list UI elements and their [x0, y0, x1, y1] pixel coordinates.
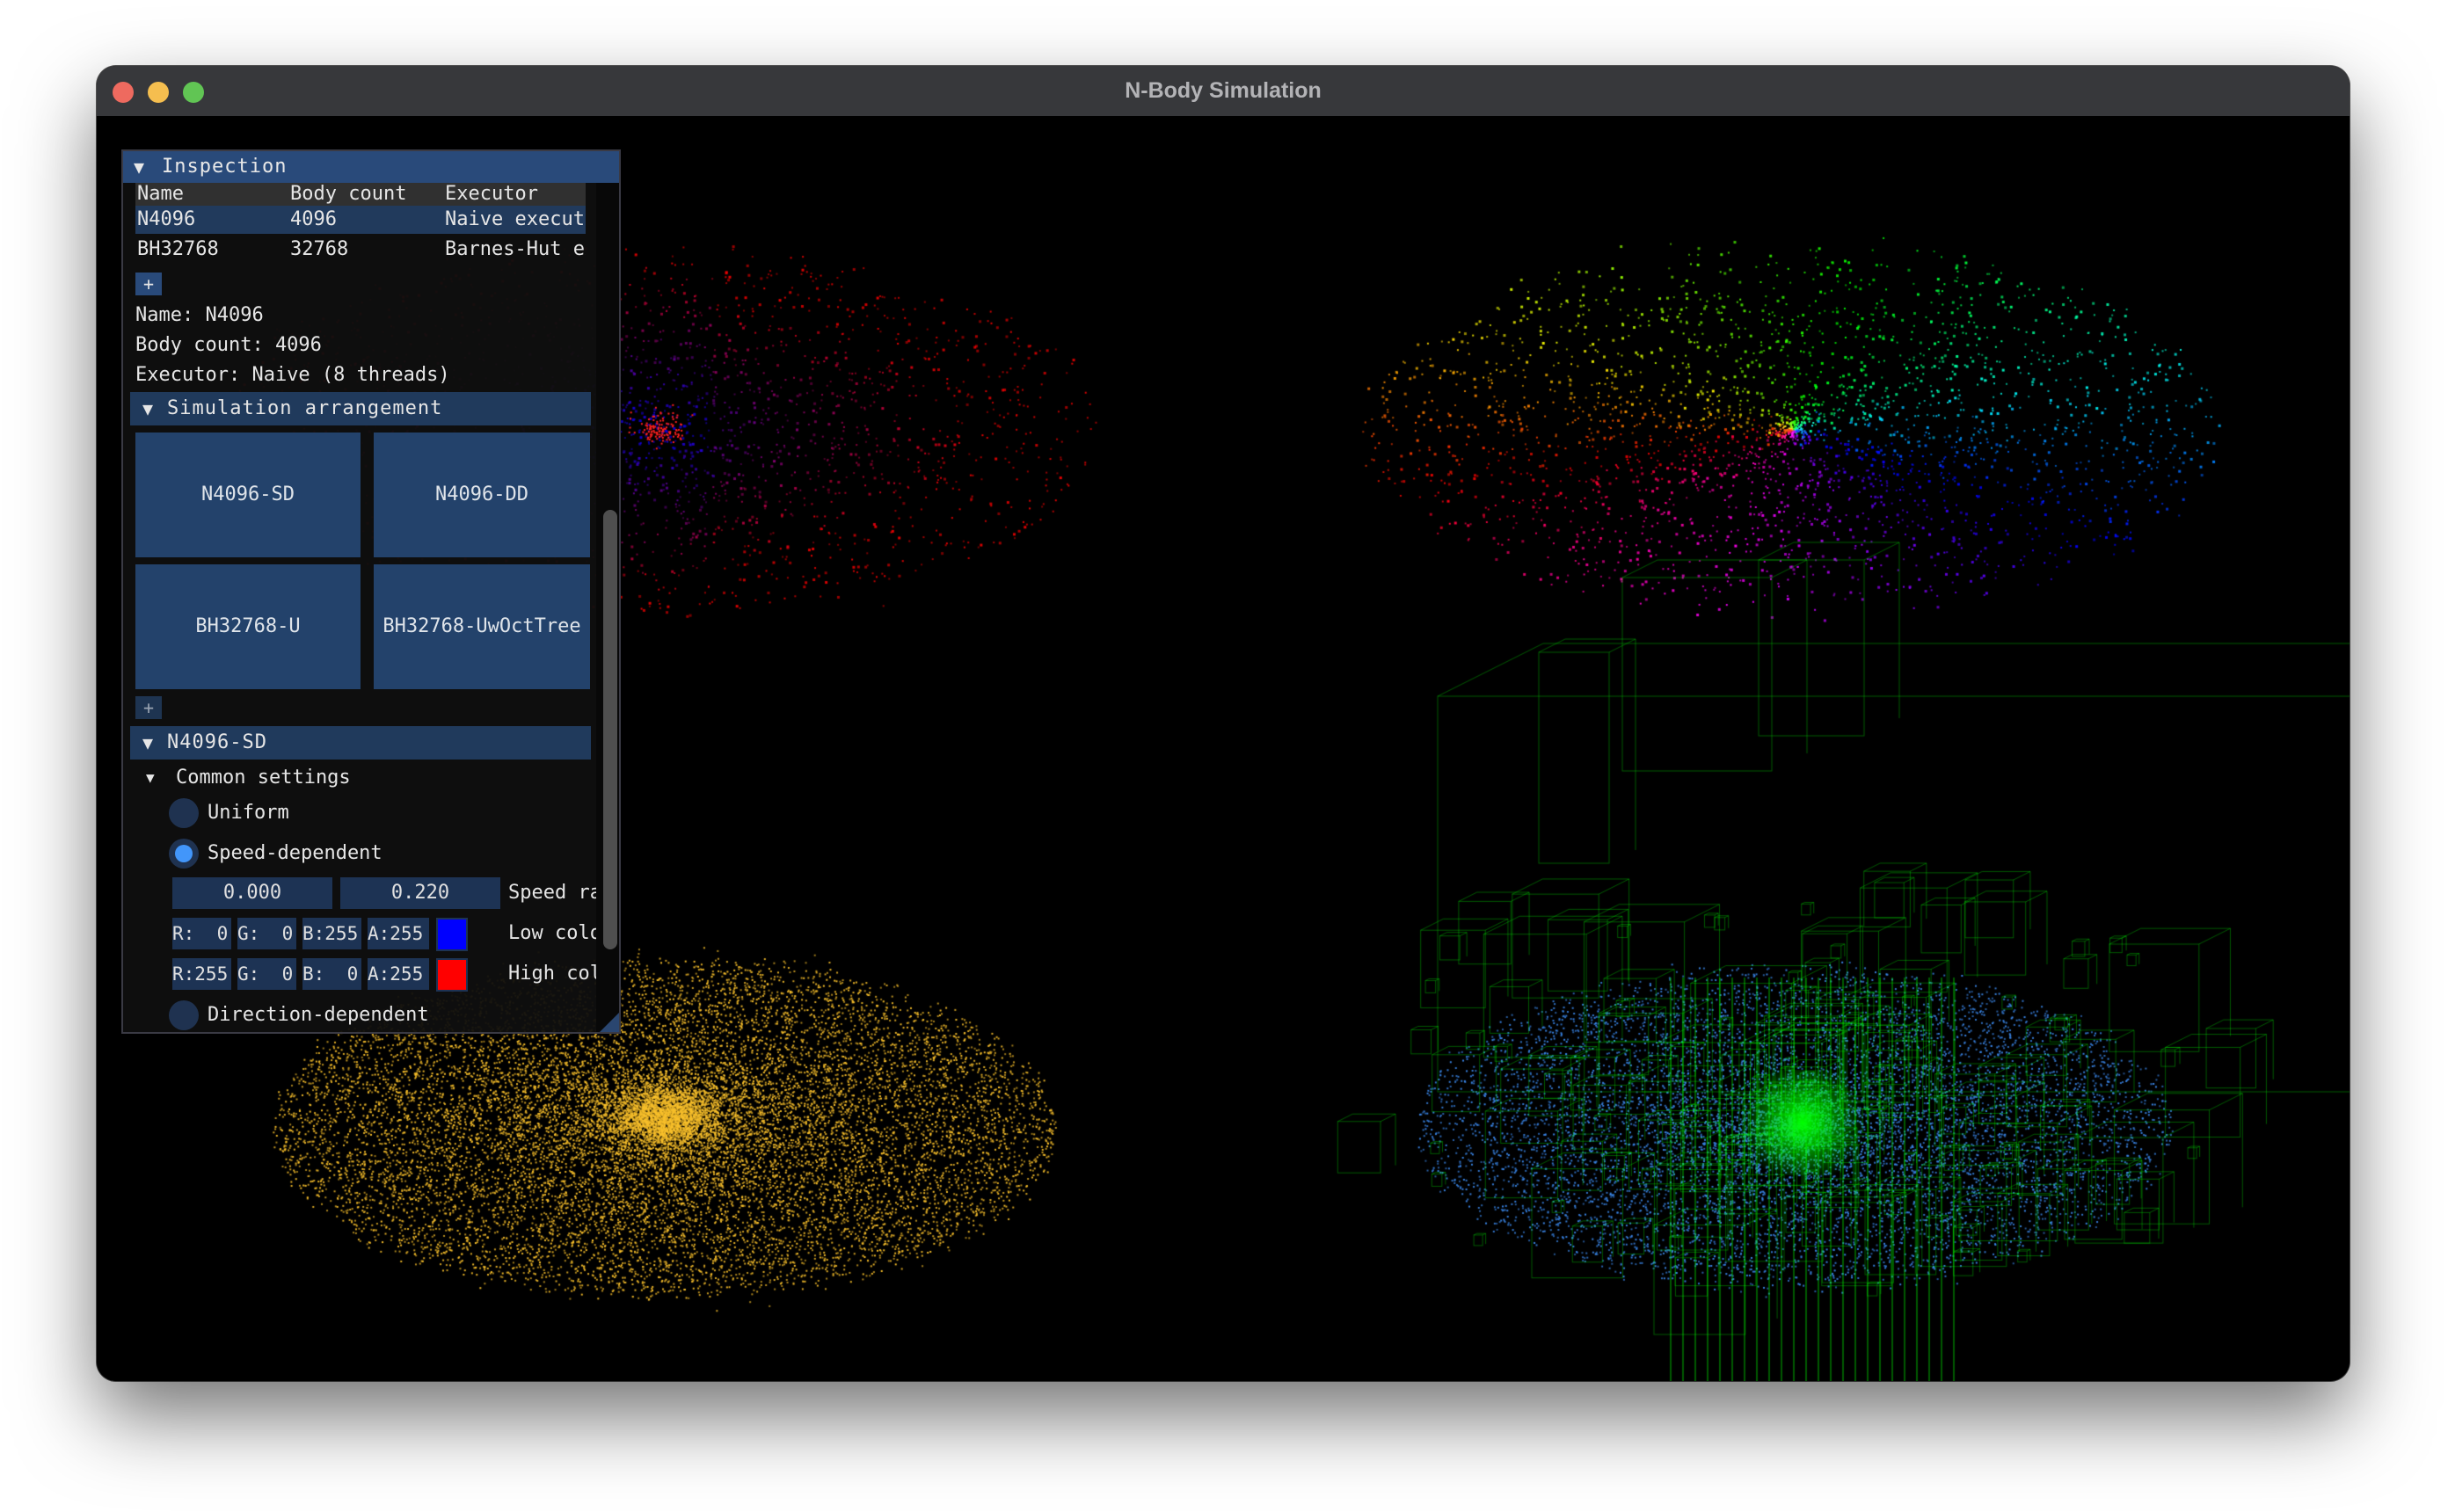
low-color-b-input[interactable]: B:255	[302, 918, 361, 949]
speed-min-input[interactable]: 0.000	[172, 877, 332, 909]
high-color-g-input[interactable]: G: 0	[237, 958, 296, 990]
view-settings-header[interactable]: ▼ N4096-SD	[130, 726, 591, 760]
detail-executor: Executor: Naive (8 threads)	[135, 364, 450, 386]
low-color-r-input[interactable]: R: 0	[172, 918, 231, 949]
panel-scrollbar-thumb[interactable]	[603, 510, 617, 949]
radio-uniform[interactable]	[169, 798, 199, 828]
high-color-b-input[interactable]: B: 0	[302, 958, 361, 990]
row-body-count: 32768	[290, 238, 349, 260]
collapse-triangle-icon[interactable]: ▼	[134, 151, 144, 183]
viewport-bh32768-uwocttree[interactable]	[1223, 748, 2350, 1381]
window-title: N-Body Simulation	[1125, 78, 1322, 103]
table-row[interactable]: N4096 4096 Naive executor	[135, 206, 586, 234]
detail-name: Name: N4096	[135, 304, 264, 326]
row-name: N4096	[137, 208, 196, 230]
low-color-g-input[interactable]: G: 0	[237, 918, 296, 949]
table-row[interactable]: BH32768 32768 Barnes-Hut executor	[135, 236, 586, 264]
add-arrangement-button[interactable]: +	[135, 696, 162, 719]
radio-uniform-label[interactable]: Uniform	[208, 798, 289, 828]
arrangement-button-bh32768-u[interactable]: BH32768-U	[135, 564, 361, 689]
row-executor: Barnes-Hut executor	[445, 238, 586, 260]
arrangement-button-bh32768-uwocttree[interactable]: BH32768-UwOctTree	[374, 564, 590, 689]
title-bar: N-Body Simulation	[97, 66, 2350, 117]
column-header-body-count[interactable]: Body count	[290, 183, 440, 206]
high-color-r-input[interactable]: R:255	[172, 958, 231, 990]
radio-speed-dependent[interactable]	[169, 839, 199, 869]
column-header-executor[interactable]: Executor	[445, 183, 586, 206]
view-settings-title: N4096-SD	[167, 731, 267, 753]
common-settings-label[interactable]: Common settings	[176, 765, 351, 791]
radio-speed-dependent-label[interactable]: Speed-dependent	[208, 839, 382, 869]
low-color-swatch[interactable]	[436, 918, 468, 951]
row-body-count: 4096	[290, 208, 337, 230]
arrangement-button-n4096-sd[interactable]: N4096-SD	[135, 433, 361, 557]
add-simulation-button[interactable]: +	[135, 273, 162, 295]
radio-direction-dependent-label[interactable]: Direction-dependent	[208, 1000, 429, 1030]
inspection-panel-title-bar[interactable]: ▼ Inspection	[123, 151, 619, 183]
inspection-panel-title: Inspection	[162, 156, 288, 178]
high-color-swatch[interactable]	[436, 958, 468, 992]
detail-body-count: Body count: 4096	[135, 334, 322, 356]
speed-max-input[interactable]: 0.220	[340, 877, 500, 909]
collapse-triangle-icon: ▼	[142, 732, 154, 753]
app-window: N-Body Simulation ▼ Inspection Name Body…	[97, 66, 2350, 1381]
row-name: BH32768	[137, 238, 219, 260]
low-color-a-input[interactable]: A:255	[368, 918, 429, 949]
simulation-arrangement-header[interactable]: ▼ Simulation arrangement	[130, 392, 591, 425]
row-executor: Naive executor	[445, 208, 586, 230]
common-settings-triangle-icon[interactable]: ▼	[146, 765, 155, 791]
inspection-panel[interactable]: ▼ Inspection Name Body count Executor N4…	[121, 149, 621, 1034]
viewport-n4096-dd[interactable]	[1223, 116, 2350, 748]
arrangement-button-n4096-dd[interactable]: N4096-DD	[374, 433, 590, 557]
radio-direction-dependent[interactable]	[169, 1000, 199, 1030]
collapse-triangle-icon: ▼	[142, 398, 154, 419]
panel-resize-grip[interactable]	[600, 1013, 619, 1032]
simulation-table-header: Name Body count Executor	[135, 183, 586, 206]
column-header-name[interactable]: Name	[137, 183, 287, 206]
simulation-arrangement-title: Simulation arrangement	[167, 397, 443, 419]
high-color-a-input[interactable]: A:255	[368, 958, 429, 990]
